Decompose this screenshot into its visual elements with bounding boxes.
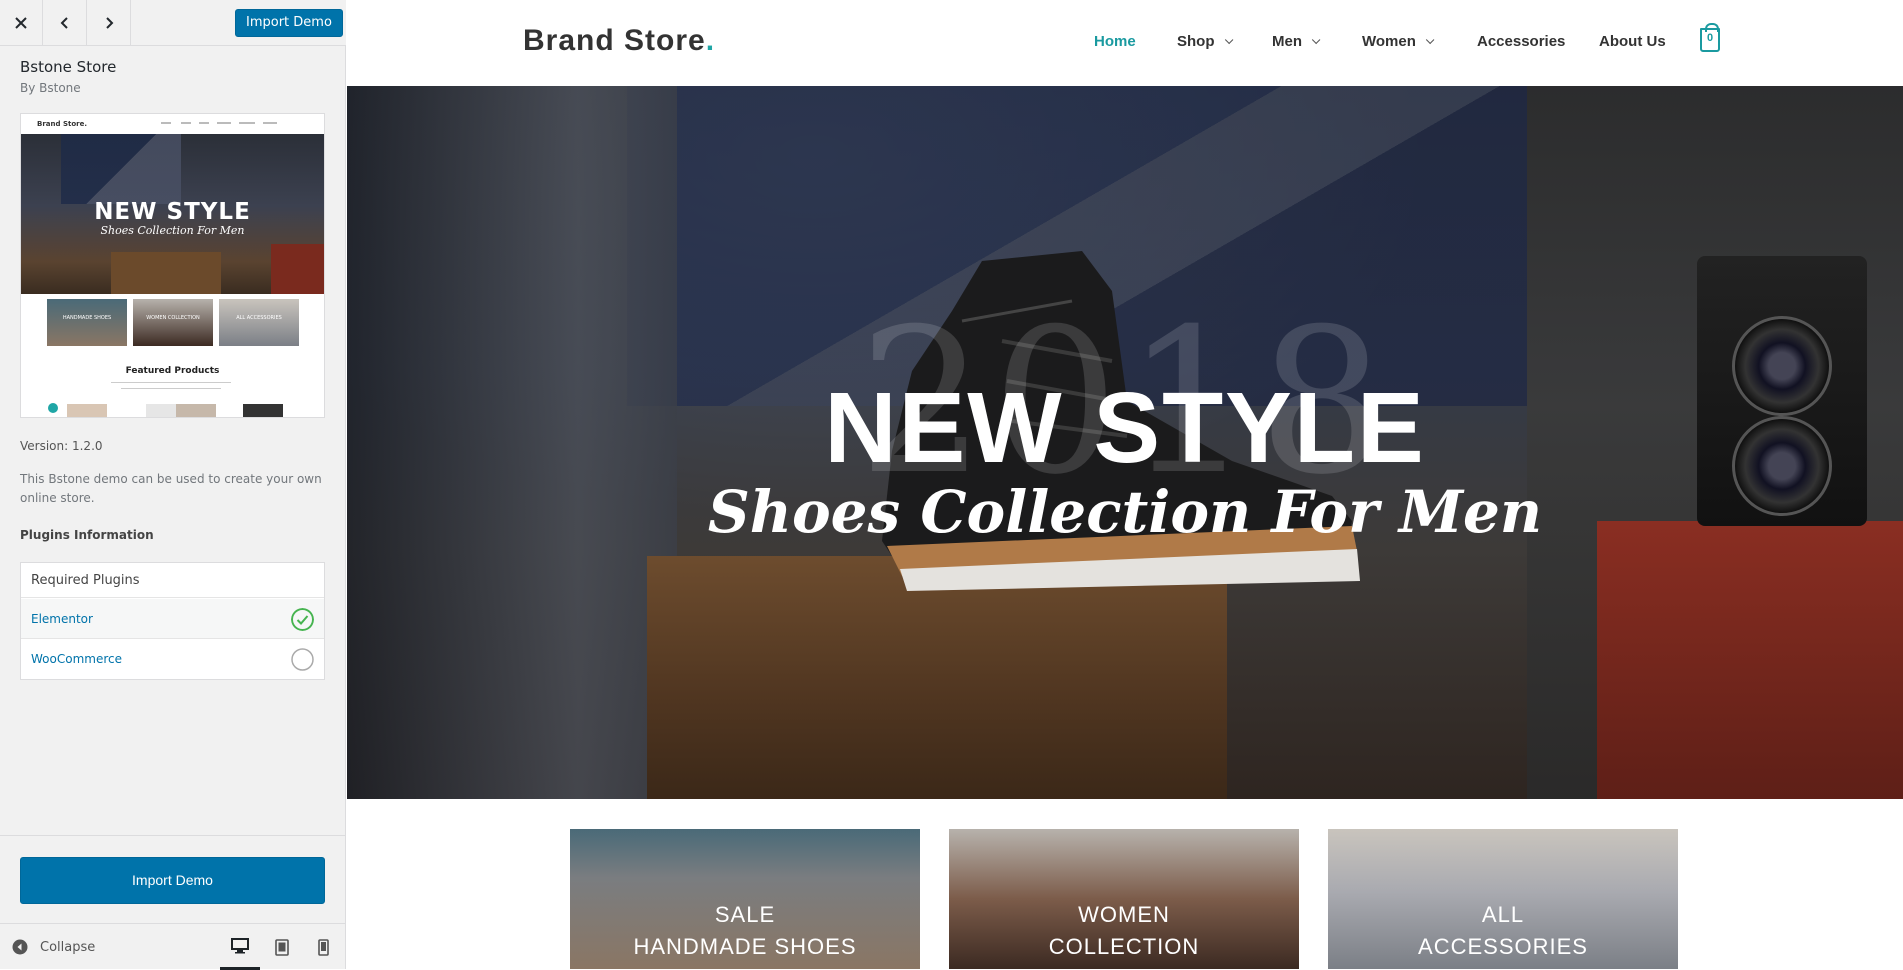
chevron-down-icon <box>1311 35 1321 44</box>
chevron-left-icon <box>60 17 68 29</box>
thumb-category: ALL ACCESSORIES <box>219 299 299 346</box>
site-logo[interactable]: Brand Store. <box>523 24 715 58</box>
thumb-category: WOMEN COLLECTION <box>133 299 213 346</box>
thumb-hero: NEW STYLE Shoes Collection For Men <box>21 134 324 294</box>
category-label: ALL ACCESSORIES <box>1418 902 1588 959</box>
plugin-row-woocommerce[interactable]: WooCommerce <box>21 639 324 679</box>
plugins-table-header: Required Plugins <box>21 563 324 598</box>
cart-icon[interactable]: 0 <box>1700 23 1720 52</box>
check-circle-icon <box>291 608 314 631</box>
nav-accessories[interactable]: Accessories <box>1477 33 1565 50</box>
logo-dot: . <box>705 24 716 57</box>
chevron-down-icon <box>1425 35 1435 44</box>
theme-author: By Bstone <box>20 81 81 95</box>
hero-wooden-crate <box>647 556 1227 799</box>
nav-shop[interactable]: Shop <box>1177 33 1233 50</box>
plugins-heading: Plugins Information <box>20 528 154 542</box>
nav-women[interactable]: Women <box>1362 33 1435 50</box>
previous-theme-button[interactable] <box>44 0 87 46</box>
nav-home[interactable]: Home <box>1094 33 1136 50</box>
category-card-accessories[interactable]: ALL ACCESSORIES <box>1328 829 1678 969</box>
mobile-icon <box>317 938 329 956</box>
cart-count: 0 <box>1706 32 1714 44</box>
category-card-sale[interactable]: SALE HANDMADE SHOES <box>570 829 920 969</box>
hero-banner: 2018 NEW STYLE Shoes Collection For Men <box>347 86 1903 799</box>
close-icon <box>15 17 27 29</box>
theme-version: Version: 1.2.0 <box>20 439 103 453</box>
thumb-featured-heading: Featured Products <box>125 366 220 376</box>
plugin-row-elementor[interactable]: Elementor <box>21 599 324 639</box>
collapse-label: Collapse <box>40 939 96 955</box>
empty-circle-icon <box>291 648 314 671</box>
import-demo-button-top[interactable]: Import Demo <box>235 9 343 37</box>
collapse-arrow-icon <box>12 939 28 955</box>
next-theme-button[interactable] <box>88 0 131 46</box>
tablet-icon <box>275 938 289 956</box>
nav-about-us[interactable]: About Us <box>1599 33 1666 50</box>
hero-red-cabinet <box>1597 521 1903 799</box>
import-demo-button[interactable]: Import Demo <box>20 857 325 904</box>
chevron-down-icon <box>1224 35 1233 44</box>
theme-title: Bstone Store <box>20 58 117 76</box>
sidebar-toolbar: Import Demo <box>0 0 346 46</box>
sidebar-actions: Import Demo <box>0 835 346 923</box>
nav-men[interactable]: Men <box>1272 33 1321 50</box>
plugin-name: WooCommerce <box>31 652 122 666</box>
theme-screenshot: Brand Store. NEW STYLE Shoes Collection … <box>20 113 325 418</box>
hero-subtitle: Shoes Collection For Men <box>707 478 1543 546</box>
site-preview: Brand Store. Home Shop Men Women Accesso… <box>347 0 1903 969</box>
category-label: WOMEN COLLECTION <box>1048 902 1200 959</box>
thumb-dot <box>48 403 58 413</box>
thumb-hero-subtitle: Shoes Collection For Men <box>100 224 245 237</box>
preview-desktop-button[interactable] <box>220 924 260 970</box>
category-label: SALE HANDMADE SHOES <box>633 902 857 959</box>
collapse-sidebar-button[interactable]: Collapse <box>12 937 95 957</box>
category-card-women[interactable]: WOMEN COLLECTION <box>949 829 1299 969</box>
demo-import-sidebar: Import Demo Bstone Store By Bstone Brand… <box>0 0 346 970</box>
thumb-logo: Brand Store. <box>37 120 87 128</box>
thumb-hero-title: NEW STYLE <box>94 199 251 225</box>
theme-description: This Bstone demo can be used to create y… <box>20 472 322 505</box>
thumb-header: Brand Store. <box>21 114 324 134</box>
close-button[interactable] <box>0 0 43 46</box>
plugins-table: Required Plugins Elementor WooCommerce <box>20 562 325 680</box>
sidebar-footer: Collapse <box>0 923 346 970</box>
preview-tablet-button[interactable] <box>262 924 302 970</box>
chevron-right-icon <box>106 17 114 29</box>
thumb-category: HANDMADE SHOES <box>47 299 127 346</box>
plugin-name: Elementor <box>31 612 93 626</box>
site-header: Brand Store. Home Shop Men Women Accesso… <box>347 0 1903 86</box>
hero-title: NEW STYLE <box>824 372 1426 484</box>
desktop-icon <box>231 937 249 953</box>
preview-mobile-button[interactable] <box>303 924 343 970</box>
